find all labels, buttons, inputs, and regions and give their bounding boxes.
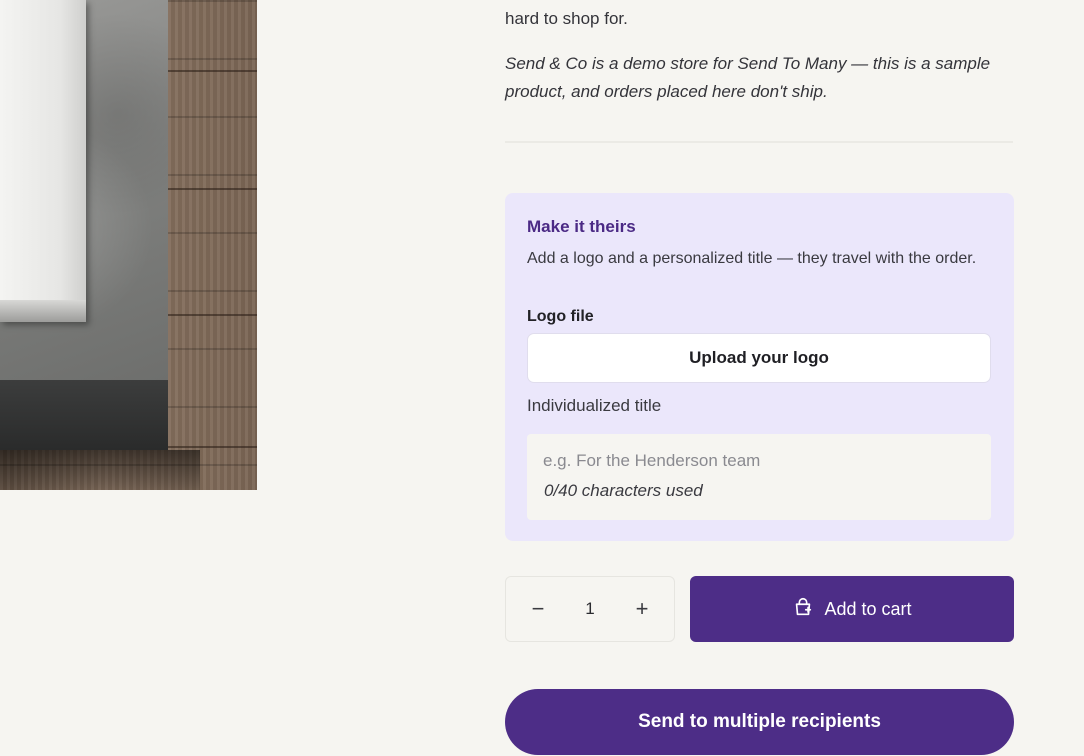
increase-quantity-button[interactable]: + [632, 598, 652, 620]
add-to-cart-label: Add to cart [824, 598, 912, 619]
product-description: hard to shop for. [505, 9, 628, 28]
personalization-title: Make it theirs [527, 217, 636, 236]
divider [505, 141, 1013, 143]
cart-add-icon [792, 596, 814, 623]
product-image [0, 0, 257, 490]
product-page: hard to shop for. Send & Co is a demo st… [0, 0, 1084, 756]
logo-file-label: Logo file [527, 308, 594, 325]
personalization-panel: Make it theirs Add a logo and a personal… [505, 193, 1014, 541]
upload-logo-button[interactable]: Upload your logo [527, 333, 991, 383]
individualized-title-field[interactable]: 0/40 characters used [527, 434, 991, 520]
decrease-quantity-button[interactable]: − [528, 598, 548, 620]
individualized-title-input[interactable] [543, 448, 973, 474]
demo-store-note: Send & Co is a demo store for Send To Ma… [505, 54, 991, 101]
send-to-multiple-recipients-button[interactable]: Send to multiple recipients [505, 689, 1014, 755]
individualized-title-label: Individualized title [527, 396, 662, 415]
add-to-cart-button[interactable]: Add to cart [690, 576, 1014, 642]
quantity-value[interactable]: 1 [585, 599, 594, 619]
personalization-description: Add a logo and a personalized title — th… [527, 250, 977, 267]
quantity-stepper: − 1 + [505, 576, 675, 642]
character-counter: 0/40 characters used [544, 481, 703, 500]
